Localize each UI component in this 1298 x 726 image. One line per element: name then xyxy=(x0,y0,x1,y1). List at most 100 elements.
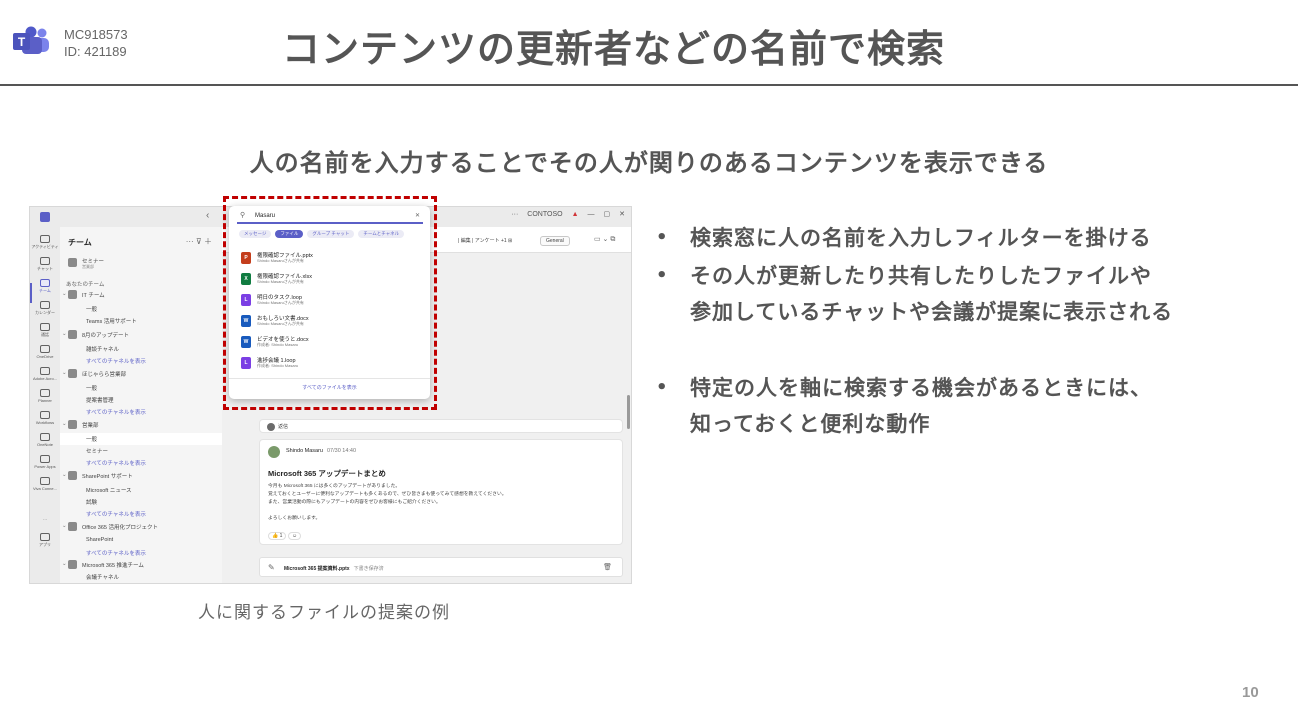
show-all-channels-link[interactable]: すべてのチャネルを表示 xyxy=(60,355,222,367)
rail-more[interactable]: ··· xyxy=(30,517,60,522)
rail-workflows[interactable]: Workflows xyxy=(30,411,60,425)
bullet-item: • 検索窓に人の名前を入力しフィルターを掛ける xyxy=(656,220,1276,256)
teams-icon xyxy=(40,279,50,287)
rail-calendar[interactable]: カレンダー xyxy=(30,301,60,316)
rail-onenote[interactable]: OneNote xyxy=(30,433,60,447)
team-item[interactable]: ⌄ Office 365 活用化プロジェクト xyxy=(60,521,222,533)
more-icon[interactable]: ··· xyxy=(511,211,518,218)
viva-icon xyxy=(40,477,50,485)
channel-item[interactable]: 会議チャネル xyxy=(60,571,222,583)
chat-icon xyxy=(40,257,50,265)
back-icon[interactable]: ‹ xyxy=(206,210,209,221)
rail-calls[interactable]: 通話 xyxy=(30,323,60,338)
close-icon[interactable]: ✕ xyxy=(619,210,625,218)
edit-icon: ✎ xyxy=(268,563,275,572)
message-center-ids: MC918573 ID: 421189 xyxy=(64,26,128,60)
post-line: よろしくお願いします。 xyxy=(268,516,321,521)
powerapps-icon xyxy=(40,455,50,463)
highlight-box xyxy=(223,196,437,410)
draft-file[interactable]: Microsoft 365 提案資料.pptx 下書き保存済 xyxy=(284,565,384,572)
team-item[interactable]: ⌄ ほじゃらら営業部 xyxy=(60,368,222,380)
reply-label: 返信 xyxy=(278,424,289,430)
bullet-dot: • xyxy=(656,265,669,286)
post-line: 今月も Microsoft 365 には多くのアップデートがありました。 xyxy=(268,484,401,489)
rail-chat[interactable]: チャット xyxy=(30,257,60,272)
rail-acrobat[interactable]: Adobe Acro... xyxy=(30,367,60,381)
channel-tabs[interactable]: | 編集 | アンケート +1 ⊞ xyxy=(458,237,512,244)
rail-planner[interactable]: Planner xyxy=(30,389,60,403)
channel-item[interactable]: 試験 xyxy=(60,496,222,508)
apps-icon xyxy=(40,533,50,541)
slide-title: コンテンツの更新者などの名前で検索 xyxy=(282,27,946,71)
acrobat-icon xyxy=(40,367,50,375)
bullet-dot: • xyxy=(656,377,669,398)
avatar xyxy=(268,446,280,458)
roadmap-id: ID: 421189 xyxy=(64,44,127,59)
bell-icon xyxy=(40,235,50,243)
channel-item-selected[interactable]: 一般 xyxy=(60,433,222,445)
channel-item[interactable]: 雑談チャネル xyxy=(60,343,222,355)
rail-teams[interactable]: チーム xyxy=(30,279,60,294)
rail-powerapps[interactable]: Power Apps xyxy=(30,455,60,469)
svg-text:T: T xyxy=(18,35,26,49)
minimize-icon[interactable]: — xyxy=(588,211,595,218)
reply-bar[interactable]: 返信 xyxy=(259,419,623,433)
channel-item[interactable]: 一般 xyxy=(60,382,222,394)
rail-onedrive[interactable]: OneDrive xyxy=(30,345,60,359)
phone-icon xyxy=(40,323,50,331)
message-center-id: MC918573 xyxy=(64,27,128,42)
show-all-channels-link[interactable]: すべてのチャネルを表示 xyxy=(60,457,222,469)
rail-activity[interactable]: アクティビティ xyxy=(30,235,60,250)
show-all-channels-link[interactable]: すべてのチャネルを表示 xyxy=(60,508,222,520)
teams-small-icon xyxy=(40,212,50,222)
team-list-pane: チーム ··· ⊽ ＋ セミナー 営業部 あなたのチーム ⌄ IT チーム 一般 T… xyxy=(60,227,222,583)
channel-item[interactable]: Microsoft ニュース xyxy=(60,484,222,496)
compose-box[interactable]: ✎ Microsoft 365 提案資料.pptx 下書き保存済 🗑 xyxy=(259,557,623,577)
show-all-channels-link[interactable]: すべてのチャネルを表示 xyxy=(60,547,222,559)
post-line: また、営業活動の際にもアップデートの内容をぜひお客様にもご紹介ください。 xyxy=(268,500,441,505)
post-time: 07/30 14:40 xyxy=(327,448,357,454)
channel-post: Shindo Masaru 07/30 14:40 Microsoft 365 ア… xyxy=(259,439,623,545)
draft-note: 下書き保存済 xyxy=(353,566,384,572)
channel-item[interactable]: Teams 活用サポート xyxy=(60,315,222,327)
rail-viva[interactable]: Viva Conne... xyxy=(30,477,60,491)
bullet-item: • その人が更新したり共有したりしたファイルや 参加しているチャットや会議が提案… xyxy=(656,258,1276,330)
show-all-channels-link[interactable]: すべてのチャネルを表示 xyxy=(60,406,222,418)
header-divider xyxy=(0,84,1298,86)
team-item[interactable]: ⌄ 8月のアップデート xyxy=(60,329,222,341)
team-item[interactable]: ⌄ IT チーム xyxy=(60,289,222,301)
rail-apps[interactable]: アプリ xyxy=(30,533,60,548)
scrollbar[interactable] xyxy=(627,395,630,429)
general-button[interactable]: General xyxy=(540,236,570,246)
slide-subtitle: 人の名前を入力することでその人が関りのあるコンテンツを表示できる xyxy=(249,149,1049,177)
team-item[interactable]: セミナー 営業部 xyxy=(60,255,222,273)
team-item[interactable]: ⌄ SharePoint サポート xyxy=(60,470,222,482)
reaction-like[interactable]: 👍 1 xyxy=(268,532,287,540)
onenote-icon xyxy=(40,433,50,441)
team-item[interactable]: ⌄ 営業部 xyxy=(60,419,222,431)
team-item[interactable]: ⌄ Microsoft 365 推進チーム xyxy=(60,559,222,571)
channel-item[interactable]: セミナー xyxy=(60,445,222,457)
post-title: Microsoft 365 アップデートまとめ xyxy=(268,469,386,478)
maximize-icon[interactable]: ▢ xyxy=(604,210,611,218)
channel-item[interactable]: 一般 xyxy=(60,303,222,315)
meet-icon[interactable]: ▭ ⌄ ⧉ xyxy=(594,235,615,244)
avatar xyxy=(267,423,275,431)
tenant-name[interactable]: CONTOSO xyxy=(527,211,562,218)
cloud-icon xyxy=(40,345,50,353)
team-list-heading: チーム xyxy=(68,238,92,247)
bullet-dot: • xyxy=(656,227,669,248)
warning-icon: ▲ xyxy=(571,210,579,218)
planner-icon xyxy=(40,389,50,397)
channel-item[interactable]: SharePoint xyxy=(60,535,222,547)
workflow-icon xyxy=(40,411,50,419)
team-list-tools[interactable]: ··· ⊽ ＋ xyxy=(186,236,212,247)
trash-icon[interactable]: 🗑 xyxy=(603,563,612,571)
titlebar-right: ··· CONTOSO ▲ — ▢ ✕ xyxy=(511,210,625,219)
app-rail: アクティビティ チャット チーム カレンダー 通話 OneDrive Adobe… xyxy=(30,227,60,583)
post-line: 覚えておくとユーザーに便利なアップデートも多くあるので、ぜひ皆さまも使ってみて感… xyxy=(268,492,507,497)
post-author: Shindo Masaru 07/30 14:40 xyxy=(286,448,357,454)
figure-caption: 人に関するファイルの提案の例 xyxy=(198,603,450,623)
channel-item[interactable]: 提案書管理 xyxy=(60,394,222,406)
reaction-add-icon[interactable]: ☺ xyxy=(288,532,302,540)
